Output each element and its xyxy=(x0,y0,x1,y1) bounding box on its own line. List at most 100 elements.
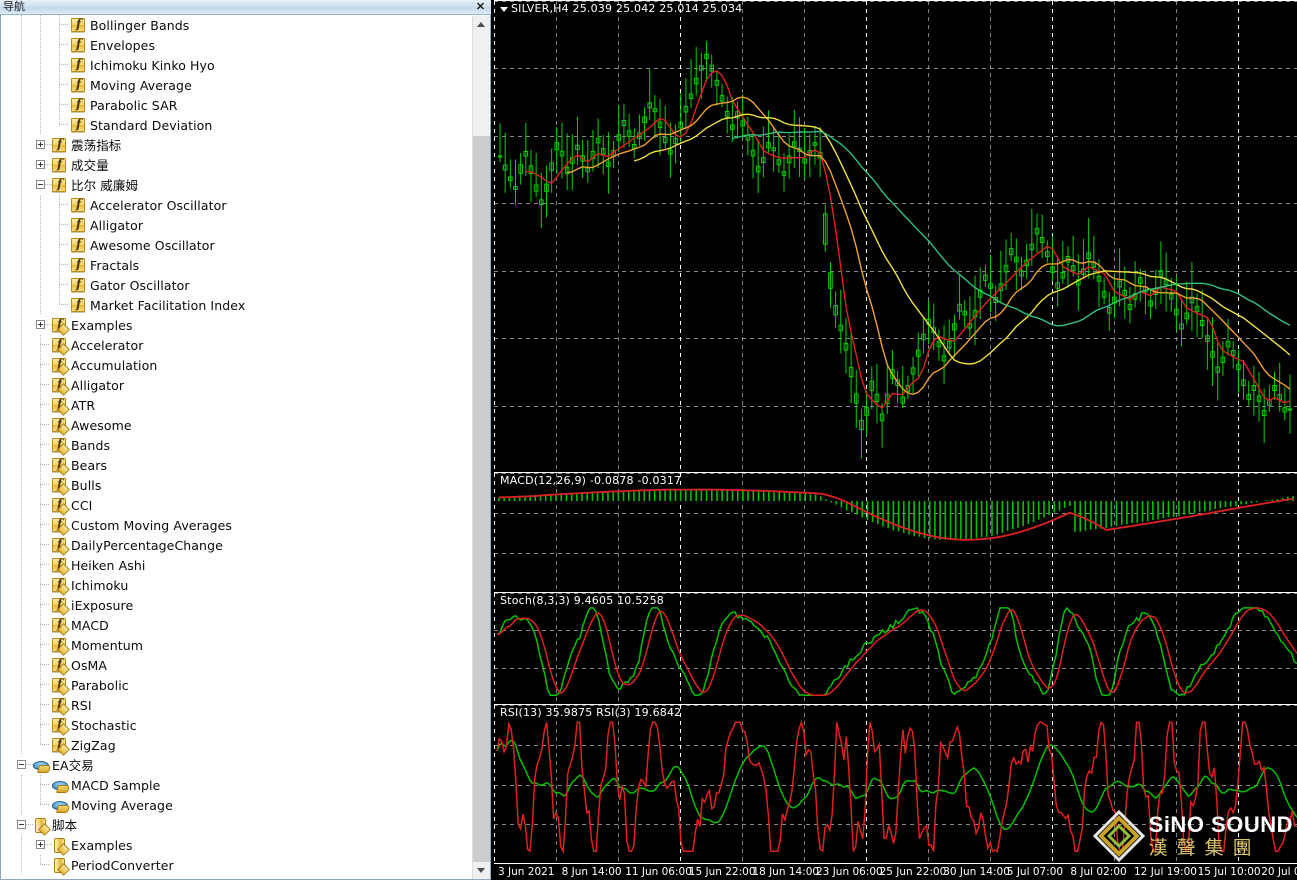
tree-item[interactable]: CCI xyxy=(1,495,472,515)
chart-menu-triangle-icon[interactable] xyxy=(500,6,508,12)
tree-item[interactable]: 震荡指标 xyxy=(1,135,472,155)
tree-guide-line xyxy=(21,95,22,115)
tree-guide-line xyxy=(40,35,41,55)
tree-guide-line xyxy=(40,235,41,255)
x-axis-tick: 20 Jul 01 xyxy=(1261,866,1297,878)
tree-item[interactable]: Accumulation xyxy=(1,355,472,375)
fx-indicator-icon xyxy=(71,237,85,252)
collapse-node-icon[interactable] xyxy=(36,180,45,189)
x-axis-tick: 12 Jul 19:00 xyxy=(1134,866,1197,878)
tree-item[interactable]: EA交易 xyxy=(1,755,472,775)
scroll-up-icon[interactable] xyxy=(473,16,490,33)
fx-custom-icon xyxy=(52,677,66,692)
tree-guide-line xyxy=(21,555,22,575)
tree-item[interactable]: iExposure xyxy=(1,595,472,615)
tree-item[interactable]: Moving Average xyxy=(1,795,472,815)
tree-item[interactable]: Bands xyxy=(1,435,472,455)
tree-item[interactable]: ZigZag xyxy=(1,735,472,755)
tree-item-label: Accelerator xyxy=(71,337,144,353)
tree-item[interactable]: Moving Average xyxy=(1,75,472,95)
scrollbar-thumb[interactable] xyxy=(473,136,490,862)
expand-node-icon[interactable] xyxy=(36,140,45,149)
tree-guide-line xyxy=(40,664,50,665)
navigator-tree[interactable]: Bollinger Bands Envelopes Ichimoku Kinko H… xyxy=(1,15,472,878)
tree-item[interactable]: Parabolic xyxy=(1,675,472,695)
tree-item[interactable]: Parabolic SAR xyxy=(1,95,472,115)
tree-item[interactable]: Examples xyxy=(1,835,472,855)
tree-item[interactable]: Awesome Oscillator xyxy=(1,235,472,255)
expand-node-icon[interactable] xyxy=(36,160,45,169)
tree-guide-line xyxy=(21,795,22,815)
tree-item[interactable]: Ichimoku xyxy=(1,575,472,595)
tree-item-label: Market Facilitation Index xyxy=(90,297,246,313)
tree-item[interactable]: DailyPercentageChange xyxy=(1,535,472,555)
tree-guide-line xyxy=(40,275,41,295)
tree-item[interactable]: Awesome xyxy=(1,415,472,435)
collapse-node-icon[interactable] xyxy=(17,760,26,769)
rsi-pane[interactable]: RSI(13) 35.9875 RSI(3) 19.6842 xyxy=(494,704,1297,863)
tree-guide-line xyxy=(40,484,50,485)
expert-advisor-icon xyxy=(33,758,49,772)
tree-item[interactable]: Ichimoku Kinko Hyo xyxy=(1,55,472,75)
fx-custom-icon xyxy=(52,377,66,392)
tree-item[interactable]: RSI xyxy=(1,695,472,715)
tree-guide-line xyxy=(26,764,33,765)
tree-item[interactable]: Market Facilitation Index xyxy=(1,295,472,315)
tree-item[interactable]: Stochastic xyxy=(1,715,472,735)
tree-item[interactable]: MACD xyxy=(1,615,472,635)
navigator-scrollbar[interactable] xyxy=(472,16,490,879)
tree-item[interactable]: ATR xyxy=(1,395,472,415)
tree-guide-line xyxy=(40,515,41,535)
tree-guide-line xyxy=(21,595,22,615)
tree-guide-line xyxy=(21,615,22,635)
fx-indicator-icon xyxy=(52,137,66,152)
price-pane[interactable]: SILVER,H4 25.039 25.042 25.014 25.034 xyxy=(494,0,1297,472)
tree-guide-line xyxy=(40,804,50,805)
tree-item[interactable]: MACD Sample xyxy=(1,775,472,795)
tree-item[interactable]: Custom Moving Averages xyxy=(1,515,472,535)
tree-item[interactable]: Bulls xyxy=(1,475,472,495)
tree-item[interactable]: Bears xyxy=(1,455,472,475)
tree-item[interactable]: 比尔 威廉姆 xyxy=(1,175,472,195)
tree-item[interactable]: 成交量 xyxy=(1,155,472,175)
tree-item[interactable]: Fractals xyxy=(1,255,472,275)
tree-item[interactable]: Momentum xyxy=(1,635,472,655)
tree-item[interactable]: Alligator xyxy=(1,375,472,395)
tree-guide-line xyxy=(59,204,69,205)
collapse-node-icon[interactable] xyxy=(17,820,26,829)
stochastic-pane[interactable]: Stoch(8,3,3) 9.4605 10.5258 xyxy=(494,592,1297,704)
tree-item-label: Envelopes xyxy=(90,37,156,53)
tree-item[interactable]: 脚本 xyxy=(1,815,472,835)
tree-guide-line xyxy=(40,655,41,675)
tree-item-label: MACD xyxy=(71,617,109,633)
tree-item[interactable]: Standard Deviation xyxy=(1,115,472,135)
tree-item[interactable]: Envelopes xyxy=(1,35,472,55)
expand-node-icon[interactable] xyxy=(36,320,45,329)
tree-guide-line xyxy=(40,624,50,625)
tree-guide-line xyxy=(40,415,41,435)
tree-item[interactable]: OsMA xyxy=(1,655,472,675)
chart-window[interactable]: SILVER,H4 25.039 25.042 25.014 25.034 MA… xyxy=(491,0,1297,880)
tree-item[interactable]: PeriodConverter xyxy=(1,855,472,875)
macd-pane-label: MACD(12,26,9) -0.0878 -0.0317 xyxy=(500,474,682,487)
tree-item[interactable]: Accelerator xyxy=(1,335,472,355)
tree-item[interactable]: Alligator xyxy=(1,215,472,235)
tree-guide-line xyxy=(59,44,69,45)
tree-item-label: 比尔 威廉姆 xyxy=(71,177,139,193)
tree-guide-line xyxy=(59,284,69,285)
tree-item[interactable]: Examples xyxy=(1,315,472,335)
tree-item[interactable]: Accelerator Oscillator xyxy=(1,195,472,215)
tree-guide-line xyxy=(21,235,22,255)
tree-guide-line xyxy=(21,655,22,675)
tree-item[interactable]: Bollinger Bands xyxy=(1,15,472,35)
macd-pane[interactable]: MACD(12,26,9) -0.0878 -0.0317 xyxy=(494,472,1297,592)
tree-item-label: Alligator xyxy=(71,377,125,393)
tree-item[interactable]: Gator Oscillator xyxy=(1,275,472,295)
close-icon[interactable]: ✕ xyxy=(474,1,487,14)
tree-item-label: Moving Average xyxy=(90,77,192,93)
expand-node-icon[interactable] xyxy=(36,840,45,849)
scroll-down-icon[interactable] xyxy=(473,862,490,879)
tree-guide-line xyxy=(21,55,22,75)
tree-item-label: Ichimoku Kinko Hyo xyxy=(90,57,215,73)
tree-item[interactable]: Heiken Ashi xyxy=(1,555,472,575)
